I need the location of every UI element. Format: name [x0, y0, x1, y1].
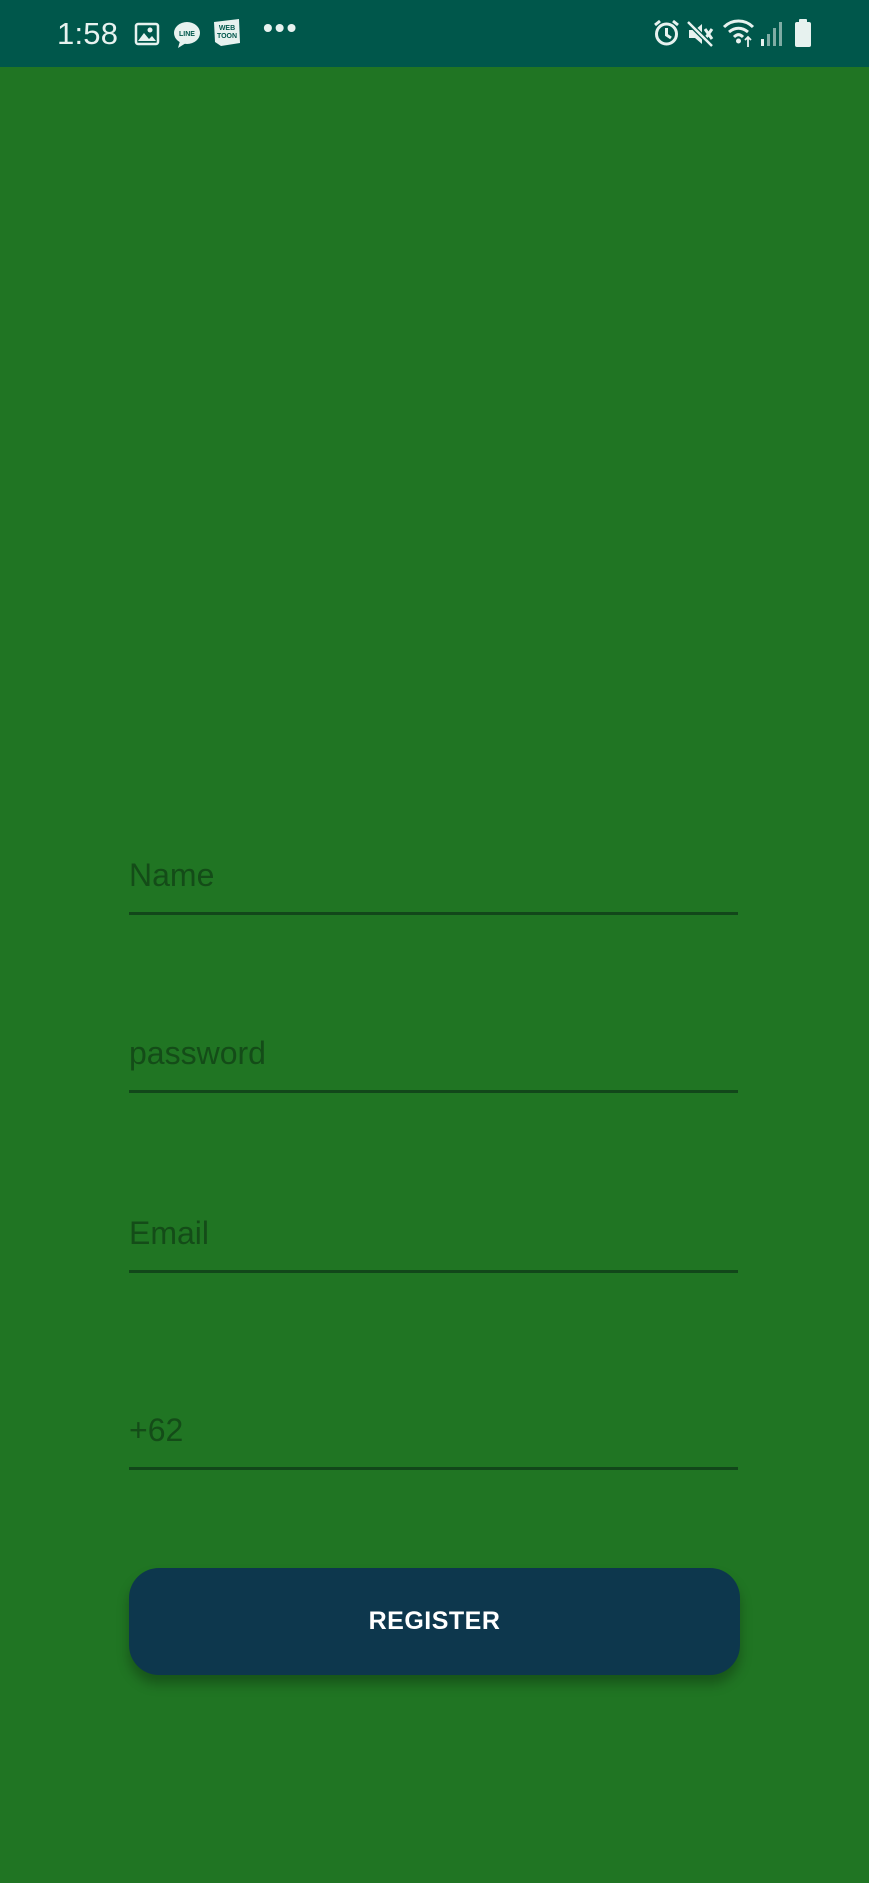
phone-prefix: +62	[129, 1412, 184, 1448]
battery-icon	[795, 19, 811, 47]
line-app-icon: LINE	[174, 22, 200, 48]
password-placeholder: password	[129, 1035, 266, 1071]
image-icon	[134, 22, 160, 46]
phone-field[interactable]: +62	[129, 1398, 738, 1470]
alarm-icon	[654, 19, 679, 46]
webtoon-app-icon: WEB TOON	[214, 19, 240, 46]
svg-text:TOON: TOON	[217, 33, 237, 40]
register-button-label: REGISTER	[368, 1607, 501, 1635]
more-notifications-icon: •••	[263, 12, 299, 43]
register-screen: 1:58 LINE WEB TOON ••• Name password Ema…	[0, 0, 869, 1883]
email-field[interactable]: Email	[129, 1201, 738, 1273]
svg-text:LINE: LINE	[179, 31, 195, 38]
svg-text:WEB: WEB	[219, 25, 235, 32]
status-time: 1:58	[57, 16, 119, 51]
mute-icon	[686, 20, 714, 48]
signal-icon	[761, 22, 782, 46]
wifi-icon	[722, 19, 755, 47]
status-bar: 1:58 LINE WEB TOON •••	[0, 0, 869, 67]
password-field[interactable]: password	[129, 1021, 738, 1093]
name-field[interactable]: Name	[129, 843, 738, 915]
register-button[interactable]: REGISTER	[129, 1568, 740, 1675]
email-placeholder: Email	[129, 1215, 210, 1251]
name-placeholder: Name	[129, 857, 215, 893]
